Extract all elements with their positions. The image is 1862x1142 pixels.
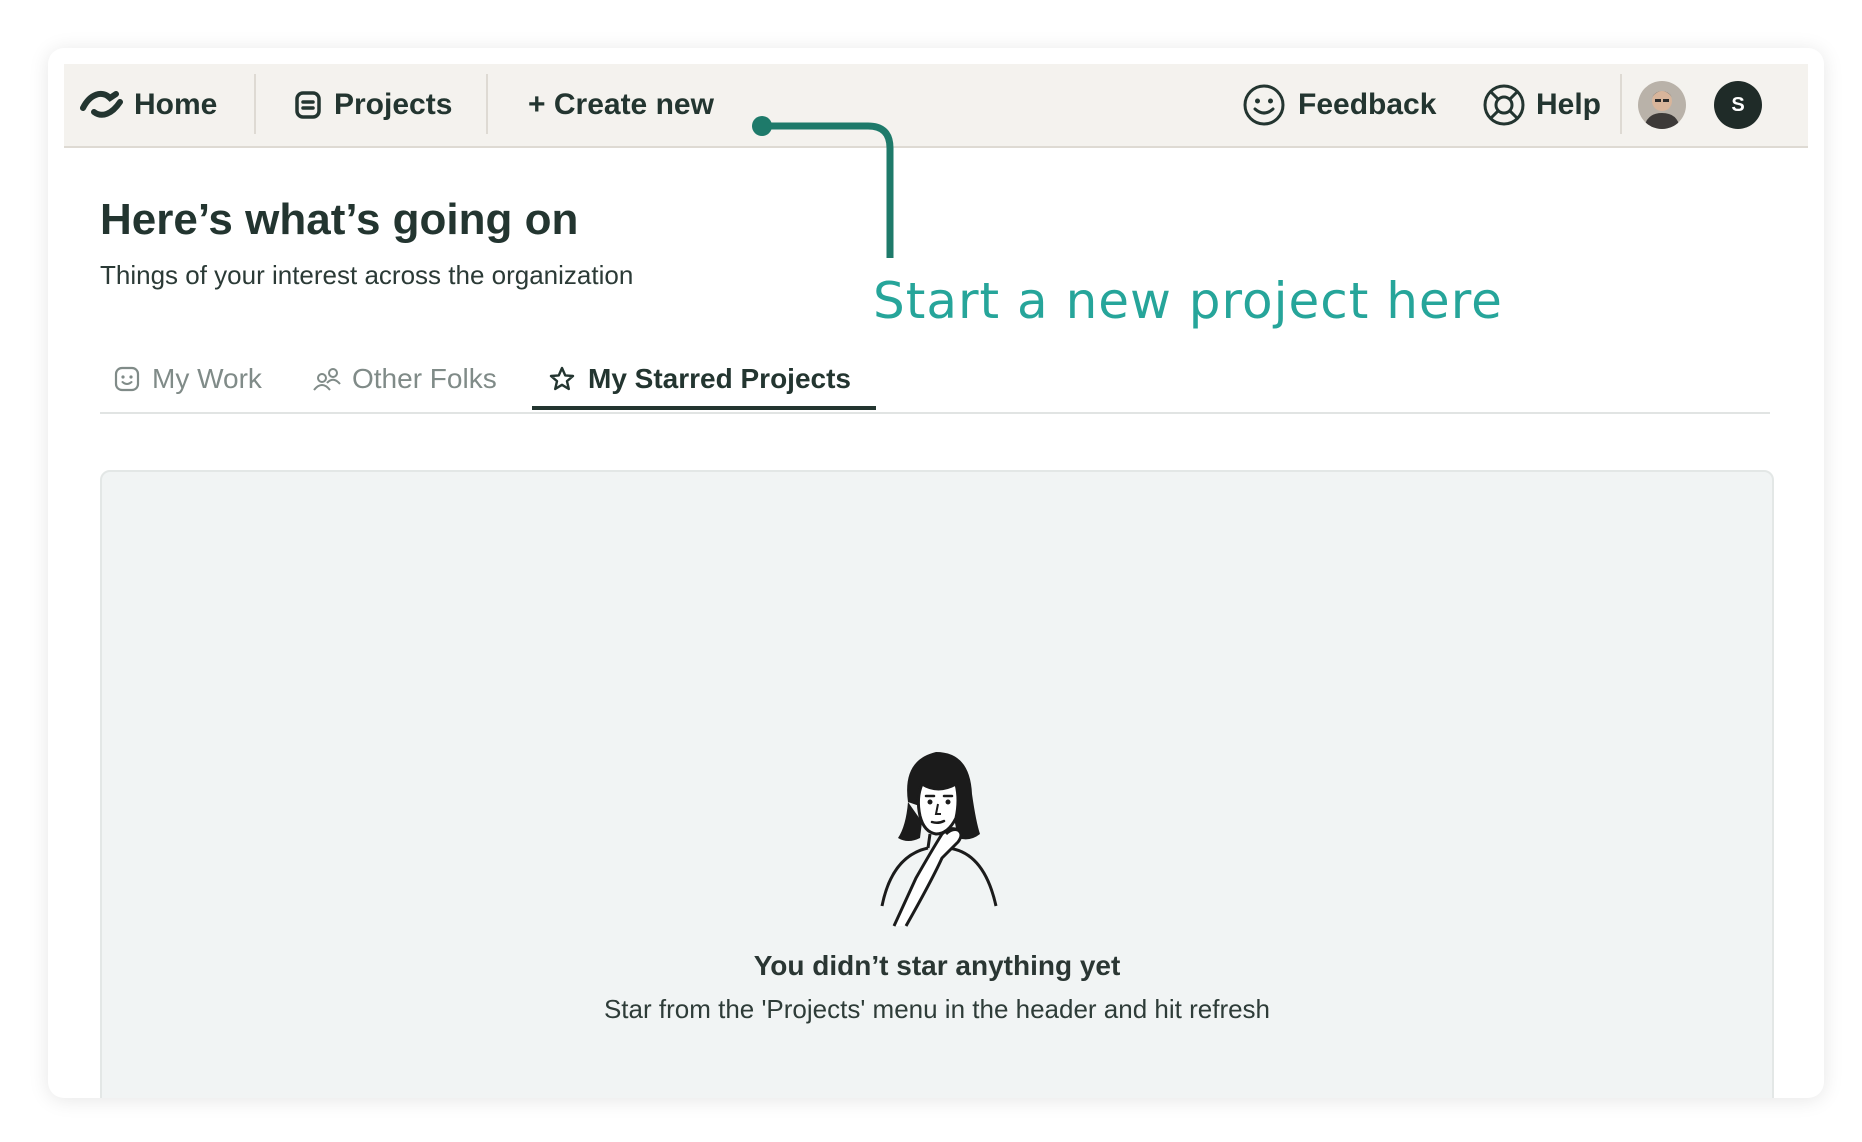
thinking-woman-illustration (880, 752, 998, 927)
empty-state-title: You didn’t star anything yet (753, 950, 1121, 981)
nav-divider (486, 74, 488, 134)
projects-label: Projects (334, 88, 453, 121)
app-window: Home Projects + Create new Feedback Help… (48, 48, 1824, 1098)
active-tab-indicator (532, 406, 876, 410)
page-title: Here’s what’s going on (100, 195, 579, 244)
create-new-label: + Create new (528, 88, 714, 121)
smiley-square-icon (114, 366, 140, 392)
page-subtitle: Things of your interest across the organ… (100, 260, 634, 290)
empty-state-panel: You didn’t star anything yet Star from t… (100, 470, 1774, 1098)
nav-divider (1620, 74, 1622, 134)
tab-my-work-label: My Work (152, 363, 262, 394)
tab-other-folks[interactable]: Other Folks (312, 348, 497, 410)
tab-bar: My Work Other Folks My Starred Projects (100, 348, 1770, 414)
home-logo-icon (80, 90, 123, 118)
people-icon (313, 368, 341, 391)
tab-other-folks-label: Other Folks (352, 363, 497, 394)
nav-divider (254, 74, 256, 134)
tab-my-starred-projects[interactable]: My Starred Projects (548, 348, 851, 410)
tab-my-work[interactable]: My Work (114, 348, 262, 410)
tab-my-starred-projects-label: My Starred Projects (588, 363, 851, 394)
lifebuoy-icon (1483, 84, 1525, 126)
feedback-label: Feedback (1298, 88, 1437, 121)
smiley-icon (1243, 84, 1285, 126)
annotation-label: Start a new project here (873, 272, 1503, 330)
annotation-pointer (752, 116, 894, 258)
help-nav-item[interactable]: Help (1482, 64, 1601, 146)
projects-icon (295, 91, 321, 119)
user-avatar-photo[interactable] (1638, 81, 1686, 129)
user-avatar-initial[interactable]: S (1714, 81, 1762, 129)
help-label: Help (1536, 88, 1602, 121)
home-label: Home (134, 88, 218, 121)
empty-state-description: Star from the 'Projects' menu in the hea… (603, 994, 1271, 1024)
feedback-nav-item[interactable]: Feedback (1242, 64, 1436, 146)
avatar-photo-image (1638, 81, 1686, 129)
projects-nav-item[interactable]: Projects (294, 64, 452, 146)
create-new-button[interactable]: + Create new (528, 64, 714, 146)
star-icon (549, 366, 575, 391)
home-nav-item[interactable]: Home (80, 64, 217, 146)
